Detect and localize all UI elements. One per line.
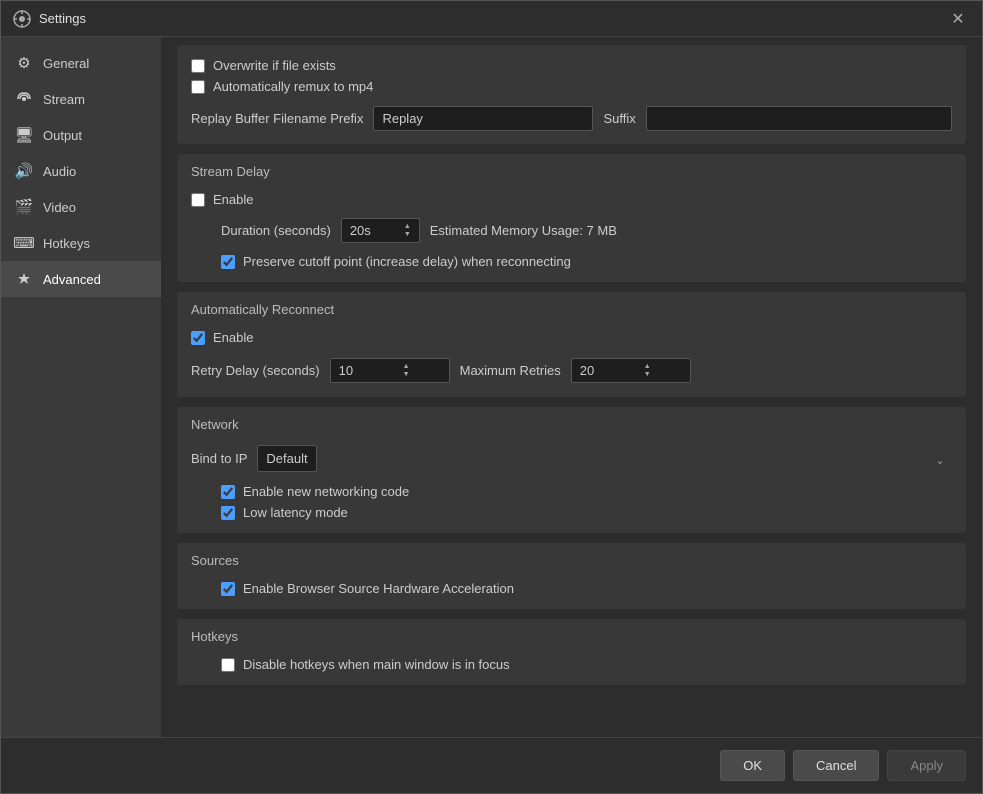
stream-delay-title: Stream Delay — [191, 164, 952, 179]
apply-button[interactable]: Apply — [887, 750, 966, 781]
preserve-cutoff-checkbox[interactable] — [221, 255, 235, 269]
replay-prefix-label: Replay Buffer Filename Prefix — [191, 111, 363, 126]
sidebar-item-advanced[interactable]: Advanced — [1, 261, 161, 297]
gear-icon: ⚙ — [15, 54, 33, 72]
retry-delay-input[interactable] — [339, 363, 399, 378]
overwrite-checkbox[interactable] — [191, 59, 205, 73]
new-networking-checkbox[interactable] — [221, 485, 235, 499]
bind-ip-select-wrapper: Default — [257, 445, 952, 472]
settings-panel: Overwrite if file exists Automatically r… — [161, 37, 982, 703]
settings-window: Settings ✕ ⚙ General Stream 🖥 — [0, 0, 983, 794]
disable-hotkeys-row: Disable hotkeys when main window is in f… — [191, 654, 952, 675]
bind-ip-label: Bind to IP — [191, 451, 247, 466]
sidebar: ⚙ General Stream 🖥 Output 🔊 A — [1, 37, 161, 737]
main-content: ⚙ General Stream 🖥 Output 🔊 A — [1, 37, 982, 737]
sidebar-item-audio[interactable]: 🔊 Audio — [1, 153, 161, 189]
hotkeys-title: Hotkeys — [191, 629, 952, 644]
preserve-cutoff-row: Preserve cutoff point (increase delay) w… — [191, 251, 952, 272]
close-button[interactable]: ✕ — [946, 7, 970, 31]
suffix-label: Suffix — [603, 111, 635, 126]
network-title: Network — [191, 417, 952, 432]
auto-reconnect-title: Automatically Reconnect — [191, 302, 952, 317]
estimated-mem-label: Estimated Memory Usage: 7 MB — [430, 223, 617, 238]
file-section: Overwrite if file exists Automatically r… — [177, 45, 966, 144]
overwrite-label: Overwrite if file exists — [213, 58, 336, 73]
suffix-input[interactable] — [646, 106, 952, 131]
title-bar: Settings ✕ — [1, 1, 982, 37]
stream-icon — [15, 90, 33, 108]
duration-arrows: ▲ ▼ — [404, 223, 411, 238]
remux-label: Automatically remux to mp4 — [213, 79, 373, 94]
remux-row: Automatically remux to mp4 — [191, 76, 952, 97]
stream-delay-enable-label: Enable — [213, 192, 253, 207]
new-networking-label: Enable new networking code — [243, 484, 409, 499]
remux-checkbox[interactable] — [191, 80, 205, 94]
duration-spinbox: ▲ ▼ — [341, 218, 420, 243]
footer: OK Cancel Apply — [1, 737, 982, 793]
duration-down-arrow[interactable]: ▼ — [404, 231, 411, 238]
low-latency-checkbox[interactable] — [221, 506, 235, 520]
bind-ip-select[interactable]: Default — [257, 445, 317, 472]
low-latency-row: Low latency mode — [191, 502, 952, 523]
stream-delay-enable-row: Enable — [191, 189, 952, 210]
cancel-button[interactable]: Cancel — [793, 750, 879, 781]
auto-reconnect-enable-checkbox[interactable] — [191, 331, 205, 345]
stream-delay-duration-row: Duration (seconds) ▲ ▼ Estimated Memory … — [191, 214, 952, 247]
max-retries-input[interactable] — [580, 363, 640, 378]
app-icon — [13, 10, 31, 28]
stream-delay-enable-checkbox[interactable] — [191, 193, 205, 207]
audio-icon: 🔊 — [15, 162, 33, 180]
browser-accel-label: Enable Browser Source Hardware Accelerat… — [243, 581, 514, 596]
duration-up-arrow[interactable]: ▲ — [404, 223, 411, 230]
auto-reconnect-section: Automatically Reconnect Enable Retry Del… — [177, 292, 966, 397]
browser-accel-row: Enable Browser Source Hardware Accelerat… — [191, 578, 952, 599]
low-latency-label: Low latency mode — [243, 505, 348, 520]
retry-delay-label: Retry Delay (seconds) — [191, 363, 320, 378]
retry-delay-arrows: ▲ ▼ — [403, 363, 410, 378]
replay-buffer-row: Replay Buffer Filename Prefix Suffix — [191, 103, 952, 134]
keyboard-icon: ⌨ — [15, 234, 33, 252]
auto-reconnect-enable-row: Enable — [191, 327, 952, 348]
bind-ip-row: Bind to IP Default — [191, 442, 952, 475]
max-retries-down-arrow[interactable]: ▼ — [644, 371, 651, 378]
retry-delay-spinbox: ▲ ▼ — [330, 358, 450, 383]
advanced-icon — [15, 270, 33, 288]
network-section: Network Bind to IP Default Enable new ne… — [177, 407, 966, 533]
retry-down-arrow[interactable]: ▼ — [403, 371, 410, 378]
hotkeys-section: Hotkeys Disable hotkeys when main window… — [177, 619, 966, 685]
disable-hotkeys-label: Disable hotkeys when main window is in f… — [243, 657, 510, 672]
sidebar-item-general[interactable]: ⚙ General — [1, 45, 161, 81]
retry-row: Retry Delay (seconds) ▲ ▼ Maximum Retrie… — [191, 354, 952, 387]
browser-accel-checkbox[interactable] — [221, 582, 235, 596]
replay-prefix-input[interactable] — [373, 106, 593, 131]
duration-input[interactable] — [350, 223, 400, 238]
retry-up-arrow[interactable]: ▲ — [403, 363, 410, 370]
max-retries-up-arrow[interactable]: ▲ — [644, 363, 651, 370]
auto-reconnect-enable-label: Enable — [213, 330, 253, 345]
disable-hotkeys-checkbox[interactable] — [221, 658, 235, 672]
max-retries-label: Maximum Retries — [460, 363, 561, 378]
ok-button[interactable]: OK — [720, 750, 785, 781]
sidebar-item-output[interactable]: 🖥 Output — [1, 117, 161, 153]
video-icon: 🎬 — [15, 198, 33, 216]
output-icon: 🖥 — [15, 126, 33, 144]
sidebar-item-video[interactable]: 🎬 Video — [1, 189, 161, 225]
max-retries-spinbox: ▲ ▼ — [571, 358, 691, 383]
sources-section: Sources Enable Browser Source Hardware A… — [177, 543, 966, 609]
content-area: Overwrite if file exists Automatically r… — [161, 37, 982, 737]
sources-title: Sources — [191, 553, 952, 568]
preserve-cutoff-label: Preserve cutoff point (increase delay) w… — [243, 254, 571, 269]
window-title: Settings — [39, 11, 86, 26]
sidebar-item-hotkeys[interactable]: ⌨ Hotkeys — [1, 225, 161, 261]
new-networking-row: Enable new networking code — [191, 481, 952, 502]
duration-label: Duration (seconds) — [221, 223, 331, 238]
sidebar-item-stream[interactable]: Stream — [1, 81, 161, 117]
max-retries-arrows: ▲ ▼ — [644, 363, 651, 378]
overwrite-row: Overwrite if file exists — [191, 55, 952, 76]
stream-delay-section: Stream Delay Enable Duration (seconds) ▲… — [177, 154, 966, 282]
